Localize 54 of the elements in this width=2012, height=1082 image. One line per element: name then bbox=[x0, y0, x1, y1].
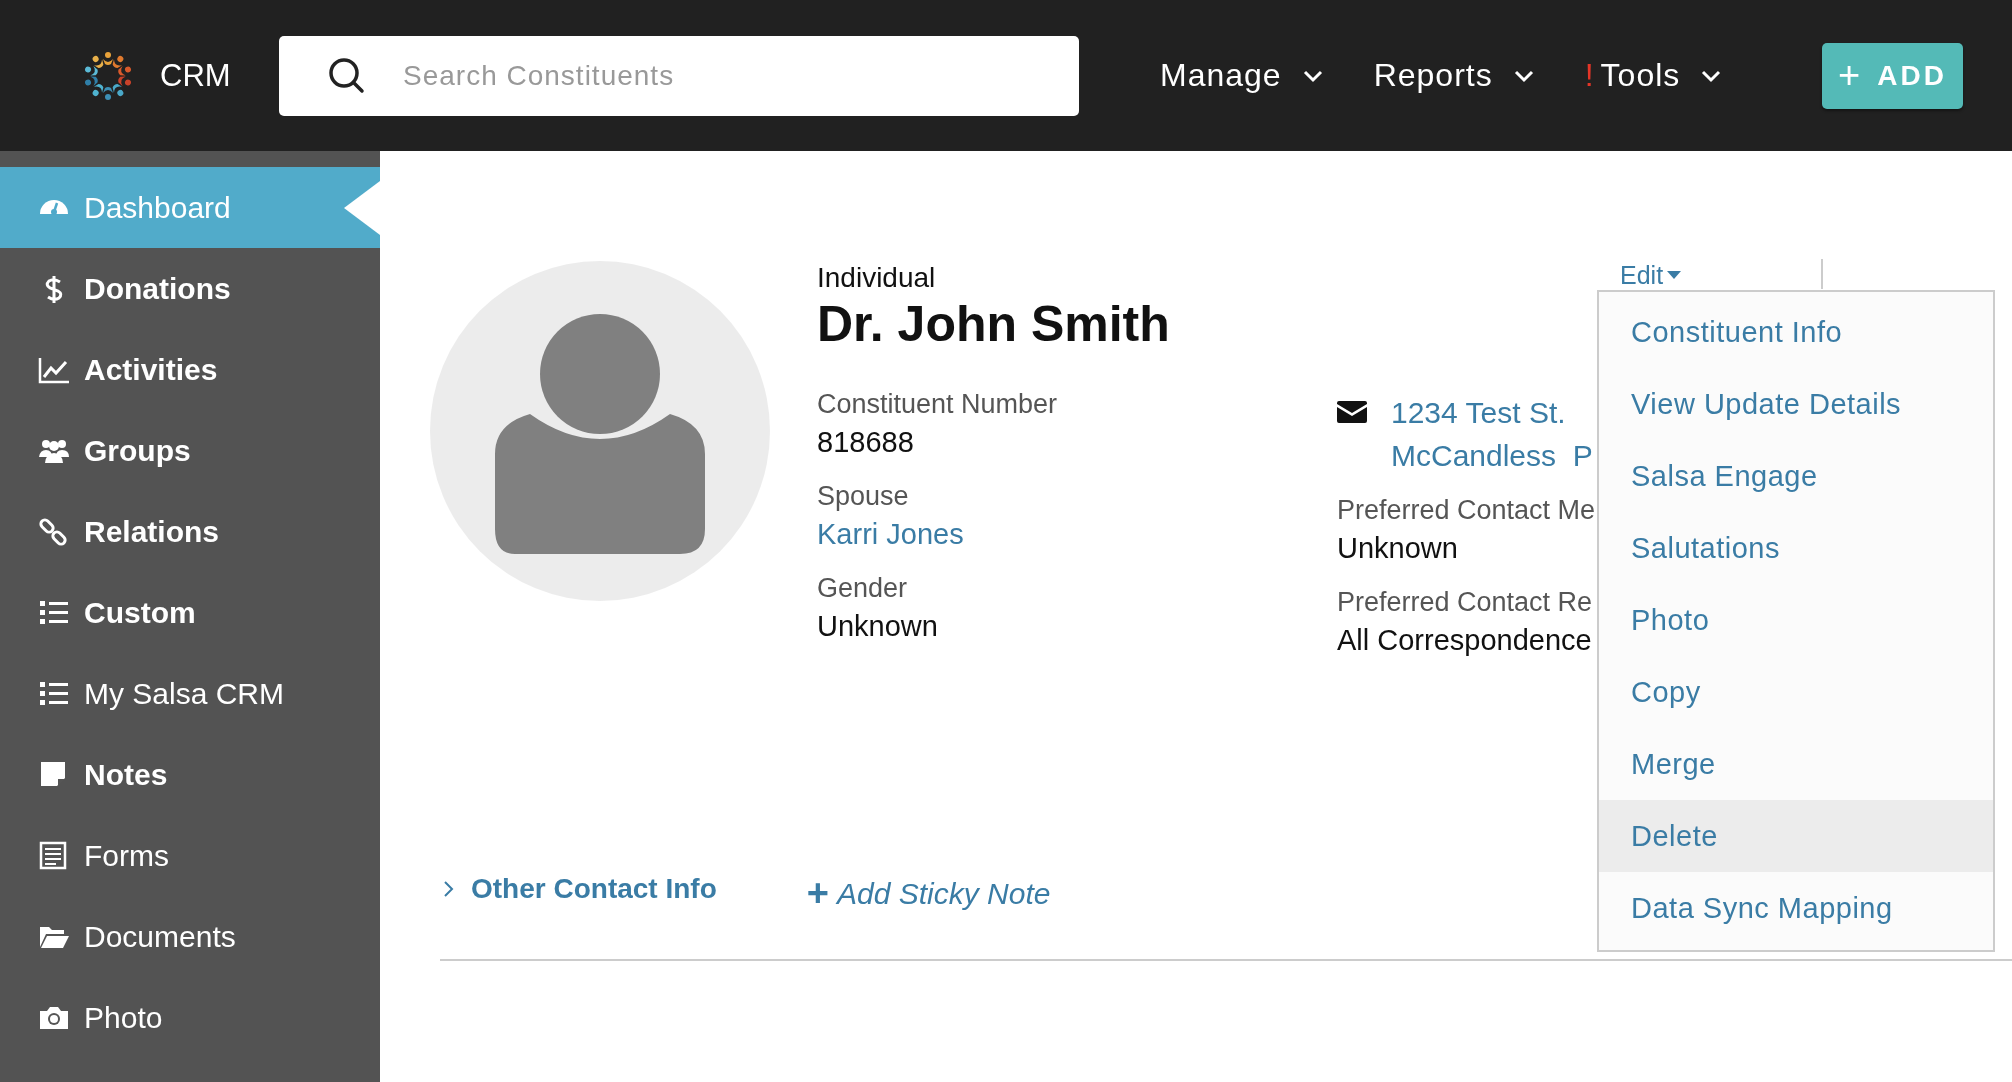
field-value: 818688 bbox=[817, 425, 914, 460]
logo-text: CRM bbox=[160, 57, 231, 94]
nav-menu[interactable]: Manage bbox=[1160, 57, 1324, 94]
envelope-icon bbox=[1337, 401, 1367, 423]
field-link[interactable]: Karri Jones bbox=[817, 515, 964, 553]
sidebar-item[interactable]: Documents bbox=[0, 896, 380, 977]
menu-item[interactable]: Data Sync Mapping bbox=[1599, 872, 1993, 944]
chevron-down-icon bbox=[1301, 68, 1324, 83]
add-button[interactable]: + ADD bbox=[1822, 42, 1963, 109]
sidebar-item[interactable]: Notes bbox=[0, 734, 380, 815]
menu-item[interactable]: Salutations bbox=[1599, 512, 1993, 584]
menu-item[interactable]: Delete bbox=[1599, 800, 1993, 872]
caret-icon bbox=[1667, 271, 1682, 280]
field-label: Spouse bbox=[817, 480, 910, 513]
active-pointer bbox=[344, 181, 380, 235]
field-value: Unknown bbox=[1337, 531, 1458, 566]
sidebar-item[interactable]: Relations bbox=[0, 491, 380, 572]
sidebar-item[interactable]: Custom bbox=[0, 572, 380, 653]
search-field[interactable]: Search Constituents bbox=[279, 35, 1079, 116]
sidebar-item[interactable]: My Salsa CRM bbox=[0, 653, 380, 734]
field-value: Unknown bbox=[817, 609, 938, 644]
address-link[interactable]: 1234 Test St. bbox=[1391, 391, 1593, 434]
person-silhouette-icon bbox=[495, 314, 705, 554]
menu-item[interactable]: Salsa Engage bbox=[1599, 440, 1993, 512]
field-value: All Correspondence bbox=[1337, 623, 1592, 658]
nav-menu[interactable]: ! Tools bbox=[1584, 57, 1723, 94]
sidebar-item[interactable]: Forms bbox=[0, 815, 380, 896]
chevron-down-icon bbox=[1512, 68, 1535, 83]
menu-item[interactable]: Merge bbox=[1599, 728, 1993, 800]
sidebar-item[interactable]: Donations bbox=[0, 248, 380, 329]
field-label: Preferred Contact Me bbox=[1337, 494, 1597, 527]
constituent-name: Dr. John Smith bbox=[817, 295, 1171, 353]
field-label: Preferred Contact Re bbox=[1337, 586, 1594, 619]
menu-item[interactable]: Photo bbox=[1599, 584, 1993, 656]
sidebar-item[interactable]: Photo bbox=[0, 977, 380, 1058]
link-icon bbox=[38, 515, 70, 548]
chevron-down-icon bbox=[1700, 68, 1723, 83]
add-sticky-note-link[interactable]: + Add Sticky Note bbox=[806, 872, 1051, 915]
sidebar-item[interactable]: Dashboard bbox=[0, 167, 380, 248]
alert-mark: ! bbox=[1584, 57, 1595, 94]
menu-item[interactable]: Constituent Info bbox=[1599, 296, 1993, 368]
address-link[interactable]: McCandless P bbox=[1391, 434, 1593, 477]
field-label: Constituent Number bbox=[817, 388, 1059, 421]
search-icon bbox=[327, 55, 367, 96]
field-label: Gender bbox=[817, 572, 909, 605]
menu-item[interactable]: View Update Details bbox=[1599, 368, 1993, 440]
edit-dropdown-link[interactable]: Edit bbox=[1620, 261, 1682, 290]
chevron-right-icon bbox=[443, 879, 455, 898]
sidebar-item[interactable]: Groups bbox=[0, 410, 380, 491]
sidebar-item[interactable]: Activities bbox=[0, 329, 380, 410]
nav-menu[interactable]: Reports bbox=[1373, 57, 1535, 94]
menu-item[interactable]: Copy bbox=[1599, 656, 1993, 728]
other-contact-info-link[interactable]: Other Contact Info bbox=[443, 872, 717, 905]
record-type: Individual bbox=[817, 261, 937, 295]
